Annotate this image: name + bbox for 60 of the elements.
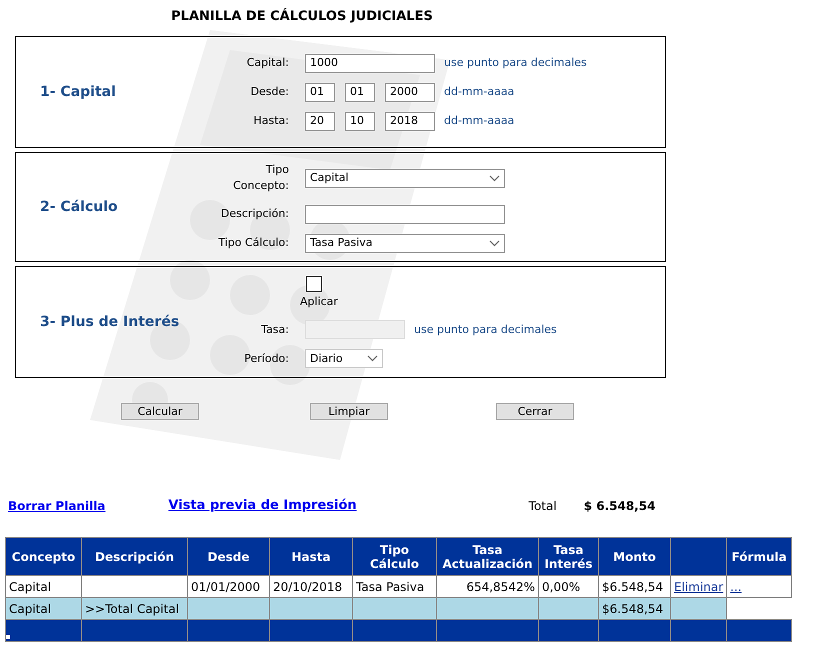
checkbox-label: Aplicar [300,294,338,310]
chevron-down-icon [489,240,500,246]
input-field[interactable]: 01 [345,82,375,102]
link[interactable]: Vista previa de Impresión [168,496,357,515]
chevron-down-icon [367,355,378,362]
input-field[interactable] [305,204,505,224]
input-field[interactable]: 2000 [385,82,435,102]
checkbox[interactable] [306,276,322,292]
dropdown[interactable]: Diario [305,349,383,368]
field-label: Tipo Concepto: [233,162,289,192]
table-cell: Tasa Pasiva [352,576,436,598]
hint-text: dd-mm-aaaa [444,112,514,129]
dropdown[interactable]: Tasa Pasiva [305,234,505,252]
section-heading: 3- Plus de Interés [39,312,180,332]
input-field[interactable]: 01 [305,82,335,102]
column-header: Tasa Actualización [436,538,538,576]
column-header: Descripción [82,538,188,576]
table-cell: 654,8542% [436,576,538,598]
field-label: Tipo Cálculo: [218,236,289,249]
table-cell: Capital [6,598,82,620]
field-label: Descripción: [220,206,289,220]
chevron-down-icon [489,174,500,182]
hint-text: use punto para decimales [444,54,587,71]
link[interactable]: Borrar Planilla [8,497,106,515]
column-header: Tasa Interés [538,538,598,576]
section-heading: 2- Cálculo [39,198,119,216]
column-header: Fórmula [726,538,792,576]
column-header: Tipo Cálculo [352,538,436,576]
button[interactable]: Limpiar [310,403,388,420]
total-label: Total [528,498,557,515]
button[interactable]: Cerrar [496,403,574,420]
field-label: Período: [244,352,289,364]
field-label: Capital: [246,56,289,69]
button[interactable]: Calcular [121,403,199,420]
table-cell: 0,00% [538,576,598,598]
total-value: $ 6.548,54 [584,498,656,515]
table-cell: Capital [6,576,82,598]
column-header: Hasta [270,538,352,576]
section-heading: 1- Capital [39,82,117,102]
field-label: Desde: [250,84,289,98]
input-field[interactable]: 1000 [305,54,435,72]
square-icon [6,635,10,639]
table-cell: $6.548,54 [598,576,670,598]
input-field[interactable]: 20 [305,112,335,130]
link[interactable]: ... [730,580,742,594]
table-cell: >>Total Capital [82,598,188,620]
dropdown[interactable]: Capital [305,168,505,188]
table-cell: 20/10/2018 [270,576,352,598]
hint-text: dd-mm-aaaa [444,84,514,100]
column-header: Desde [188,538,270,576]
input-field[interactable]: 2018 [385,112,435,130]
field-label: Hasta: [253,114,289,127]
input-field[interactable]: 10 [345,112,375,130]
column-header: Monto [598,538,670,576]
hint-text: use punto para decimales [414,322,557,338]
column-header: Concepto [6,538,82,576]
table-cell: 01/01/2000 [188,576,270,598]
table-cell: $6.548,54 [598,598,670,620]
field-label: Tasa: [261,322,289,336]
page-title: PLANILLA DE CÁLCULOS JUDICIALES [170,7,434,26]
